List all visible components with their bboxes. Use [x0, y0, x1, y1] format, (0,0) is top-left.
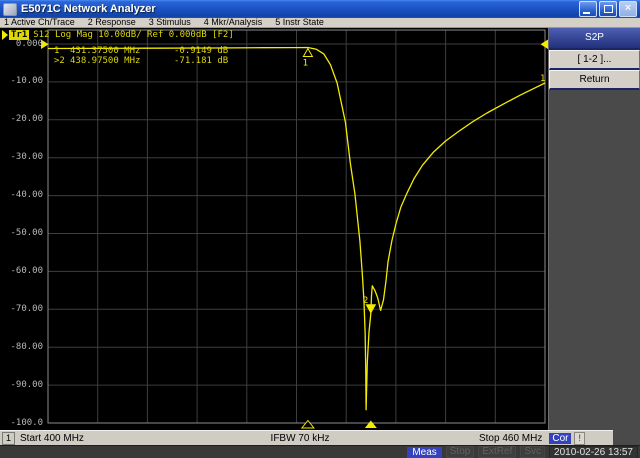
menu-item-4-mkr-analysis[interactable]: 4 Mkr/Analysis — [200, 18, 272, 27]
y-axis-label: -90.00 — [10, 379, 43, 390]
measurement-status-badge: Meas — [407, 446, 442, 458]
y-axis-label: -70.00 — [10, 303, 43, 314]
restore-icon — [604, 5, 613, 13]
stimulus-bar-right: Stop 460 MHz Cor ! — [478, 431, 613, 445]
y-axis-label: -20.00 — [10, 114, 43, 125]
marker-2-symbol[interactable] — [365, 304, 377, 314]
y-axis-label: -80.00 — [10, 341, 43, 352]
y-axis-label: -100.0 — [10, 417, 43, 428]
softkey-sidebar: S2P [ 1-2 ]... Return — [548, 28, 640, 430]
softkey-buttons: [ 1-2 ]... Return — [549, 50, 640, 90]
menu-item-3-stimulus[interactable]: 3 Stimulus — [145, 18, 200, 27]
close-button[interactable]: × — [619, 1, 637, 17]
y-axis-label: -30.00 — [10, 152, 43, 163]
start-frequency-label: Start 400 MHz — [20, 432, 84, 444]
trace-format-label: S12 Log Mag 10.00dB/ Ref 0.000dB [F2] — [33, 30, 234, 40]
ref-level-indicator-right — [540, 39, 548, 49]
menu-item-2-response[interactable]: 2 Response — [84, 18, 145, 27]
sweep-indicator-badge: ! — [574, 431, 585, 445]
softkey-return[interactable]: Return — [549, 70, 640, 90]
window-titlebar: E5071C Network Analyzer × — [0, 0, 640, 18]
svc-status-label: Svc — [520, 446, 546, 458]
status-bar: Meas Stop ExtRef Svc 2010-02-26 13:57 — [0, 445, 640, 458]
close-icon: × — [624, 2, 632, 14]
app-icon — [3, 2, 17, 16]
marker-1-stimulus-indicator[interactable] — [300, 419, 315, 429]
marker-1-symbol[interactable] — [302, 47, 314, 57]
trace-header: Tr1 S12 Log Mag 10.00dB/ Ref 0.000dB [F2… — [2, 30, 234, 40]
trace-name-chip[interactable]: Tr1 — [9, 30, 30, 40]
softkey-1-2[interactable]: [ 1-2 ]... — [549, 50, 640, 70]
ifbw-label: IFBW 70 kHz — [270, 432, 330, 444]
correction-status-badge: Cor — [549, 432, 572, 444]
softkey-menu-title: S2P — [549, 28, 640, 50]
menu-item-5-instr-state[interactable]: 5 Instr State — [271, 18, 333, 27]
active-trace-arrow-icon — [2, 30, 8, 40]
graph-region: 1 1 2 0.000 -10.00 -20.00 -30.00 -40.00 -50.00 -… — [0, 28, 548, 430]
marker-2-stimulus-indicator[interactable] — [364, 420, 377, 429]
y-axis: 0.000 -10.00 -20.00 -30.00 -40.00 -50.00 -60.0… — [0, 28, 45, 430]
marker-readout-row: 1 431.37500 MHz -0.9149 dB — [54, 46, 229, 56]
marker-readout-list: 1 431.37500 MHz -0.9149 dB >2 438.97500 MHz -… — [54, 46, 228, 66]
y-axis-label: -10.00 — [10, 76, 43, 87]
menu-item-1-active-ch-trace[interactable]: 1 Active Ch/Trace — [0, 18, 84, 27]
restore-button[interactable] — [599, 1, 617, 17]
marker-1-number: 1 — [303, 58, 308, 68]
channel-number-badge: 1 — [2, 431, 15, 445]
stop-status-label: Stop — [445, 446, 475, 458]
window-controls: × — [579, 1, 640, 17]
menu-bar: 1 Active Ch/Trace 2 Response 3 Stimulus 4 M… — [0, 18, 640, 28]
y-axis-label: -40.00 — [10, 190, 43, 201]
trace-number-label: 1 — [540, 74, 545, 84]
y-axis-label: -60.00 — [10, 265, 43, 276]
y-axis-label: 0.000 — [15, 38, 43, 49]
minimize-button[interactable] — [579, 1, 597, 17]
minimize-icon — [583, 12, 590, 14]
instrument-screen: E5071C Network Analyzer × 1 Active Ch/Tr… — [0, 0, 640, 458]
stop-frequency-label: Stop 460 MHz — [478, 432, 543, 444]
plot-area[interactable]: 1 1 2 — [0, 28, 548, 430]
extref-status-label: ExtRef — [478, 446, 517, 458]
stimulus-bar: 1 Start 400 MHz IFBW 70 kHz Stop 460 MHz… — [0, 430, 613, 445]
window-title: E5071C Network Analyzer — [21, 3, 156, 15]
marker-readout-row: >2 438.97500 MHz -71.181 dB — [54, 56, 229, 66]
marker-2-number: 2 — [363, 296, 368, 306]
datetime-label: 2010-02-26 13:57 — [549, 445, 638, 458]
stimulus-bar-corner — [613, 430, 640, 445]
y-axis-label: -50.00 — [10, 228, 43, 238]
